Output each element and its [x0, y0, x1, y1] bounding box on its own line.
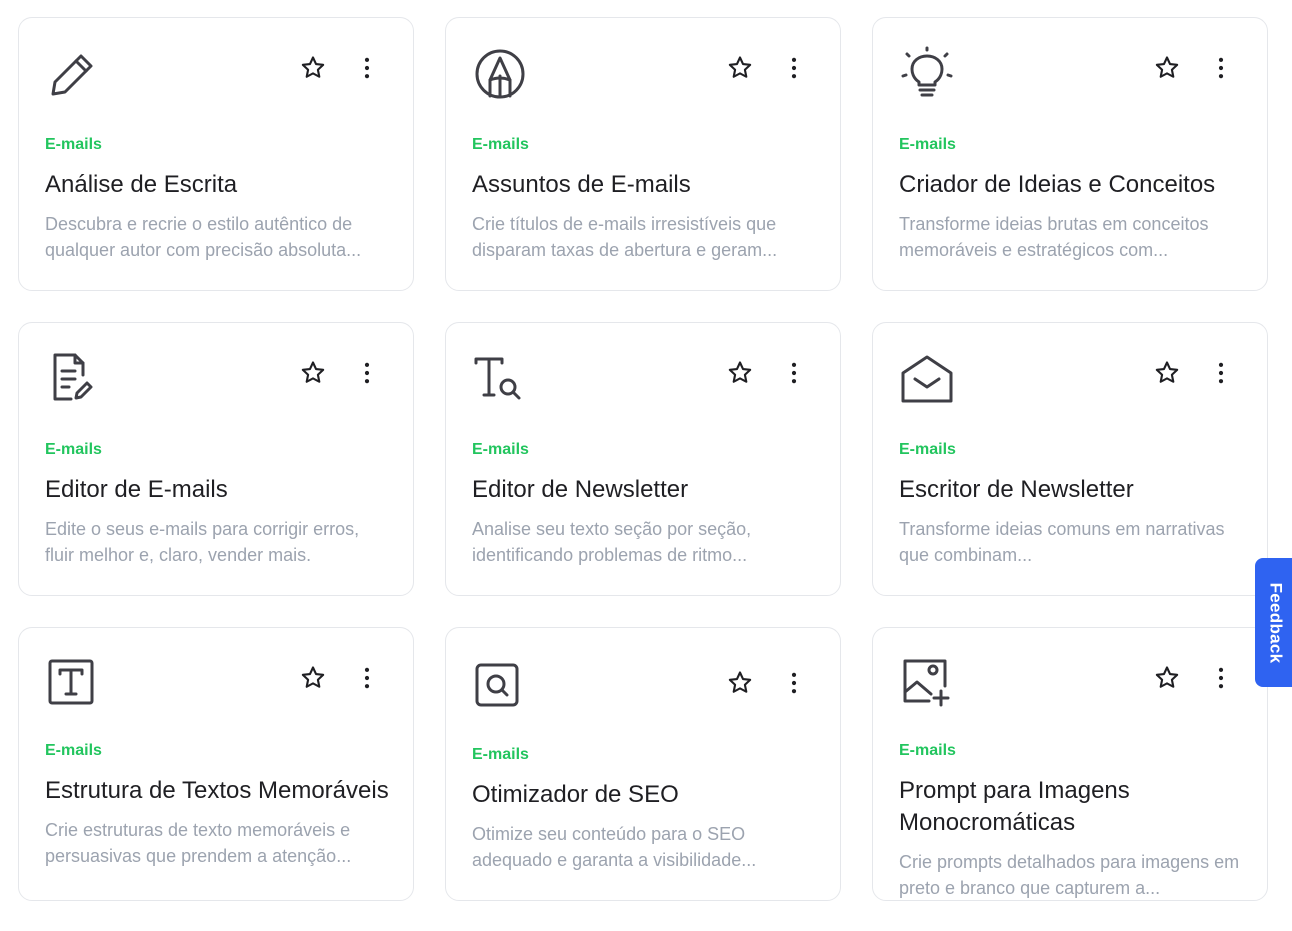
card-title: Editor de Newsletter: [472, 476, 689, 503]
favorite-star-icon[interactable]: [299, 664, 327, 692]
card-body: E-mails Editor de E-mails Edite o seus e…: [45, 440, 393, 568]
feedback-button[interactable]: Feedback: [1255, 558, 1292, 687]
card-category: E-mails: [899, 136, 956, 153]
favorite-star-icon[interactable]: [299, 359, 327, 387]
pencil-tip-circle-icon: [472, 46, 528, 102]
card-title: Estrutura de Textos Memoráveis: [45, 777, 389, 804]
card-title: Escritor de Newsletter: [899, 476, 1134, 503]
more-options-icon[interactable]: [1207, 664, 1235, 692]
card-body: E-mails Editor de Newsletter Analise seu…: [472, 440, 820, 568]
card-title: Análise de Escrita: [45, 171, 238, 198]
image-add-icon: [899, 656, 955, 712]
favorite-star-icon[interactable]: [726, 54, 754, 82]
card-title: Criador de Ideias e Conceitos: [899, 171, 1216, 198]
tool-card-otimizador-de-seo[interactable]: E-mails Otimizador de SEO Otimize seu co…: [445, 627, 841, 901]
tool-card-criador-de-ideias[interactable]: E-mails Criador de Ideias e Conceitos Tr…: [872, 17, 1268, 291]
card-title: Editor de E-mails: [45, 476, 228, 503]
favorite-star-icon[interactable]: [1153, 54, 1181, 82]
card-description: Transforme ideias comuns em narrativas q…: [899, 519, 1225, 565]
card-body: E-mails Criador de Ideias e Conceitos Tr…: [899, 135, 1247, 263]
card-title: Otimizador de SEO: [472, 781, 679, 808]
more-options-icon[interactable]: [780, 669, 808, 697]
card-category: E-mails: [472, 746, 529, 763]
more-options-icon[interactable]: [1207, 359, 1235, 387]
card-description: Crie títulos de e-mails irresistíveis qu…: [472, 214, 778, 260]
card-body: E-mails Prompt para Imagens Monocromátic…: [899, 741, 1247, 901]
favorite-star-icon[interactable]: [726, 359, 754, 387]
card-body: E-mails Estrutura de Textos Memoráveis C…: [45, 741, 393, 869]
feedback-label: Feedback: [1266, 582, 1286, 663]
document-edit-icon: [45, 351, 101, 407]
tool-card-prompt-imagens-monocromaticas[interactable]: E-mails Prompt para Imagens Monocromátic…: [872, 627, 1268, 901]
more-options-icon[interactable]: [780, 54, 808, 82]
tool-card-assuntos-de-emails[interactable]: E-mails Assuntos de E-mails Crie títulos…: [445, 17, 841, 291]
card-body: E-mails Análise de Escrita Descubra e re…: [45, 135, 393, 263]
more-options-icon[interactable]: [780, 359, 808, 387]
tool-card-analise-de-escrita[interactable]: E-mails Análise de Escrita Descubra e re…: [18, 17, 414, 291]
more-options-icon[interactable]: [353, 664, 381, 692]
card-description: Crie estruturas de texto memoráveis e pe…: [45, 820, 352, 866]
card-category: E-mails: [45, 441, 102, 458]
tool-card-escritor-de-newsletter[interactable]: E-mails Escritor de Newsletter Transform…: [872, 322, 1268, 596]
more-options-icon[interactable]: [1207, 54, 1235, 82]
tool-card-editor-de-emails[interactable]: E-mails Editor de E-mails Edite o seus e…: [18, 322, 414, 596]
card-title: Assuntos de E-mails: [472, 171, 691, 198]
pencil-icon: [45, 46, 101, 102]
more-options-icon[interactable]: [353, 54, 381, 82]
card-body: E-mails Escritor de Newsletter Transform…: [899, 440, 1247, 568]
tools-grid: E-mails Análise de Escrita Descubra e re…: [18, 17, 1268, 901]
card-body: E-mails Assuntos de E-mails Crie títulos…: [472, 135, 820, 263]
card-category: E-mails: [45, 742, 102, 759]
favorite-star-icon[interactable]: [1153, 664, 1181, 692]
text-box-icon: [45, 656, 101, 712]
more-options-icon[interactable]: [353, 359, 381, 387]
open-envelope-icon: [899, 351, 955, 407]
card-category: E-mails: [45, 136, 102, 153]
card-category: E-mails: [472, 136, 529, 153]
lightbulb-icon: [899, 46, 955, 102]
favorite-star-icon[interactable]: [299, 54, 327, 82]
card-category: E-mails: [899, 441, 956, 458]
tool-card-editor-de-newsletter[interactable]: E-mails Editor de Newsletter Analise seu…: [445, 322, 841, 596]
favorite-star-icon[interactable]: [726, 669, 754, 697]
card-description: Edite o seus e-mails para corrigir erros…: [45, 519, 360, 565]
card-description: Crie prompts detalhados para imagens em …: [899, 852, 1240, 898]
card-body: E-mails Otimizador de SEO Otimize seu co…: [472, 745, 820, 873]
favorite-star-icon[interactable]: [1153, 359, 1181, 387]
search-box-icon: [472, 656, 528, 712]
card-category: E-mails: [472, 441, 529, 458]
text-search-icon: [472, 351, 528, 407]
card-title: Prompt para Imagens Monocromáticas: [899, 777, 1130, 836]
card-description: Otimize seu conteúdo para o SEO adequado…: [472, 824, 757, 870]
card-category: E-mails: [899, 742, 956, 759]
card-description: Transforme ideias brutas em conceitos me…: [899, 214, 1209, 260]
card-description: Descubra e recrie o estilo autêntico de …: [45, 214, 362, 260]
tool-card-estrutura-de-textos[interactable]: E-mails Estrutura de Textos Memoráveis C…: [18, 627, 414, 901]
card-description: Analise seu texto seção por seção, ident…: [472, 519, 752, 565]
